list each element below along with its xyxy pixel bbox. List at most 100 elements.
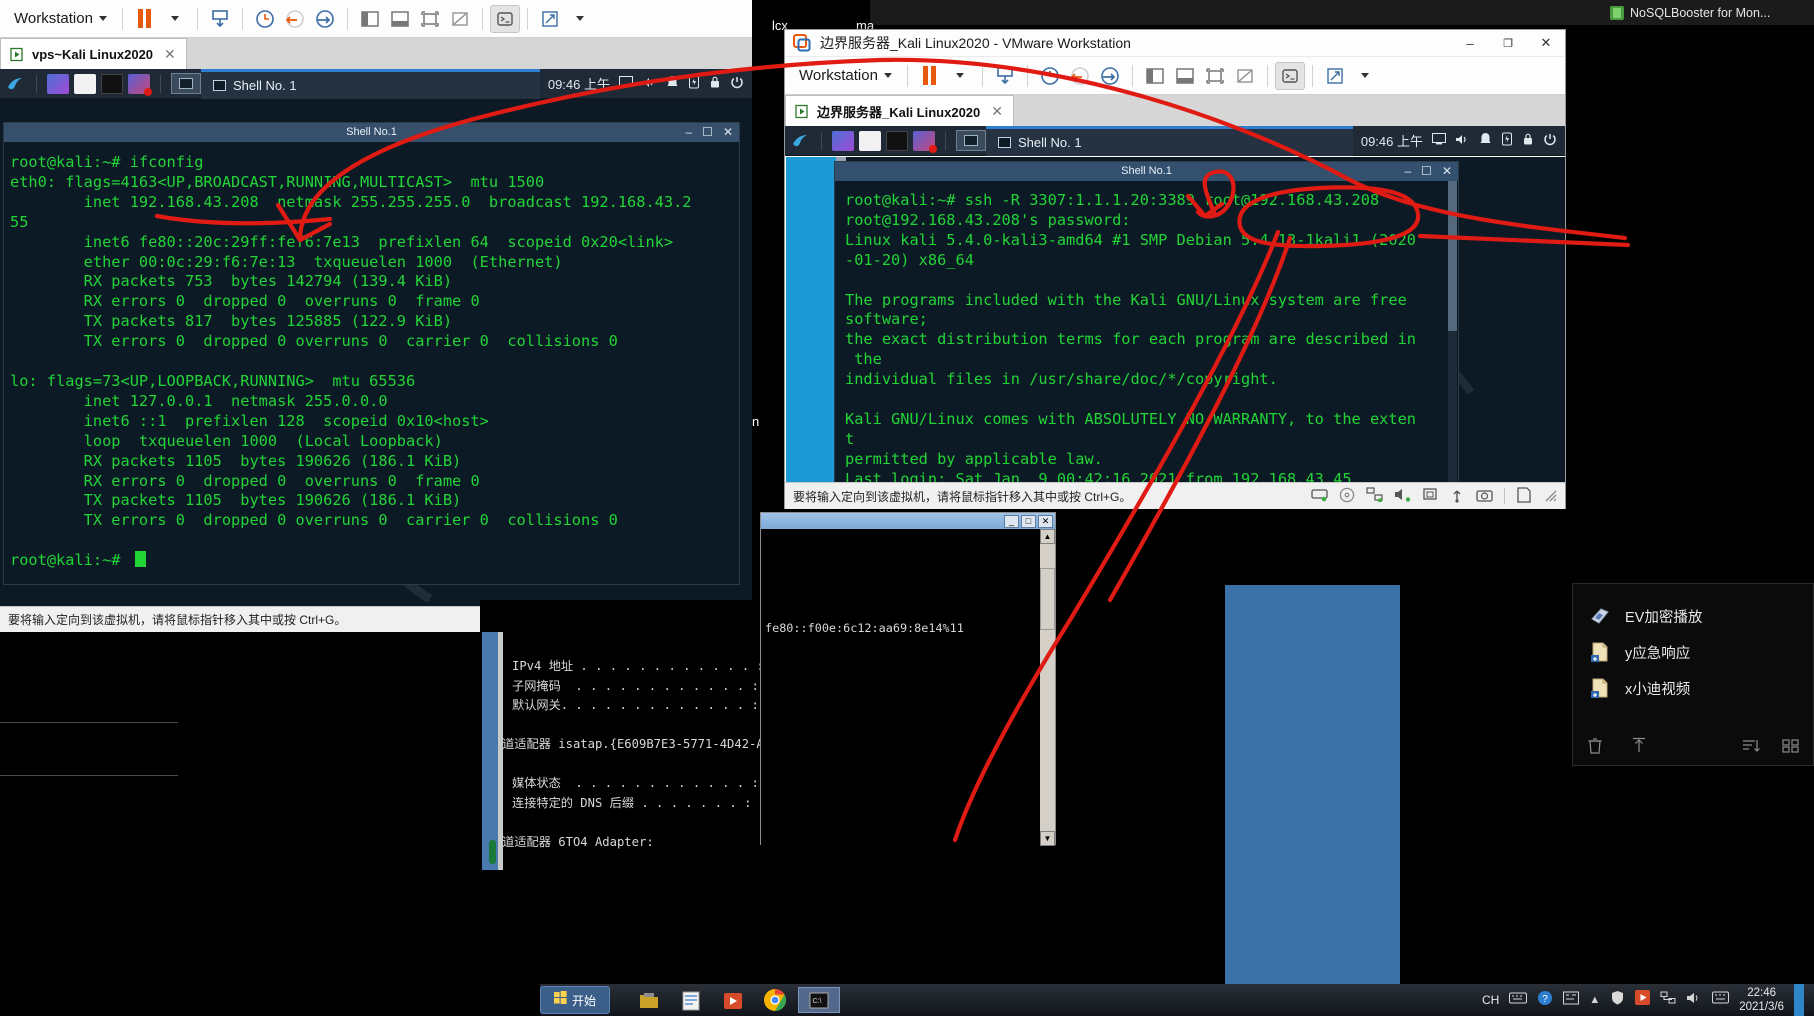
terminal-titlebar[interactable]: Shell No.1 – ☐ ✕: [835, 162, 1458, 181]
snapshot-manager-icon[interactable]: [310, 5, 340, 33]
snapshot-icon[interactable]: [250, 5, 280, 33]
vmware-window-1[interactable]: Workstation vps~Kali Linux2020 ✕ Shell N…: [0, 0, 752, 632]
pause-icon[interactable]: [915, 62, 945, 90]
cmd-scrollbar[interactable]: ▲ ▼: [1040, 529, 1055, 846]
power-icon[interactable]: [730, 75, 744, 92]
close-icon[interactable]: ✕: [1442, 162, 1452, 181]
app-recorder-icon[interactable]: [913, 130, 937, 153]
taskbar-item-editor[interactable]: [672, 988, 710, 1013]
network-adapter-icon[interactable]: [1366, 487, 1383, 505]
app-files-icon[interactable]: [74, 73, 96, 94]
scroll-down-arrow-icon[interactable]: ▼: [1040, 831, 1055, 846]
expand-icon[interactable]: [535, 5, 565, 33]
battery-icon[interactable]: [1501, 132, 1513, 149]
sort-icon[interactable]: [1742, 738, 1760, 759]
lock-icon[interactable]: [1522, 132, 1534, 149]
hard-disk-icon[interactable]: [1311, 487, 1328, 505]
scrollbar-thumb[interactable]: [1040, 568, 1055, 630]
clock[interactable]: 22:46 2021/3/6: [1739, 986, 1784, 1014]
display-icon[interactable]: [1432, 133, 1446, 148]
tray-icon-keyboard2[interactable]: [1712, 991, 1730, 1009]
help-icon[interactable]: ?: [1537, 990, 1553, 1011]
expand-icon[interactable]: [1320, 62, 1350, 90]
minimize-button[interactable]: _: [1004, 514, 1019, 528]
scrollbar-thumb[interactable]: [1448, 181, 1457, 331]
app-terminal-icon[interactable]: [101, 73, 123, 94]
tray-icon-network[interactable]: [1660, 991, 1676, 1010]
window-button-shell[interactable]: [956, 130, 986, 151]
close-button[interactable]: ✕: [1527, 35, 1565, 51]
list-item[interactable]: x小迪视频: [1589, 670, 1813, 706]
unity-mode-icon[interactable]: [1230, 62, 1260, 90]
tray-icon-media[interactable]: [1635, 990, 1651, 1010]
tab-vps-kali-linux2020[interactable]: vps~Kali Linux2020 ✕: [0, 38, 187, 69]
console-view-icon[interactable]: [489, 4, 520, 33]
snapshot-manager-icon[interactable]: [1095, 62, 1125, 90]
maximize-button[interactable]: □: [1021, 514, 1036, 528]
show-left-pane-icon[interactable]: [1140, 62, 1170, 90]
battery-icon[interactable]: [688, 75, 700, 92]
start-button[interactable]: 开始: [540, 986, 610, 1014]
maximize-button[interactable]: ❐: [1489, 37, 1527, 50]
sound-card-icon[interactable]: [1394, 487, 1411, 505]
taskbar-item-chrome[interactable]: [756, 987, 794, 1013]
pause-dropdown-icon[interactable]: [945, 62, 975, 90]
ime-keyboard-icon[interactable]: [1509, 991, 1528, 1010]
close-icon[interactable]: ✕: [164, 46, 176, 63]
taskbar-window-shell-no1[interactable]: Shell No. 1: [986, 125, 1353, 156]
scroll-up-arrow-icon[interactable]: ▲: [1040, 529, 1055, 544]
workstation-menu-button[interactable]: Workstation: [791, 63, 900, 88]
volume-icon[interactable]: [642, 76, 657, 92]
minimize-button[interactable]: –: [1451, 36, 1489, 51]
vmware-window-2[interactable]: 边界服务器_Kali Linux2020 - VMware Workstatio…: [784, 29, 1566, 509]
volume-icon[interactable]: [1455, 133, 1470, 149]
taskbar-item-ev[interactable]: [714, 988, 752, 1013]
revert-snapshot-icon[interactable]: [280, 5, 310, 33]
expand-dropdown-icon[interactable]: [565, 5, 595, 33]
show-desktop-button[interactable]: [1794, 984, 1804, 1016]
window2-titlebar[interactable]: 边界服务器_Kali Linux2020 - VMware Workstatio…: [785, 30, 1565, 57]
notification-icon[interactable]: [1479, 132, 1492, 149]
power-icon[interactable]: [1543, 132, 1557, 149]
cmd-titlebar[interactable]: _ □ ✕: [761, 513, 1055, 529]
fullscreen-icon[interactable]: [1200, 62, 1230, 90]
camera-icon[interactable]: [1476, 488, 1493, 505]
grid-icon[interactable]: [1782, 738, 1799, 759]
pause-dropdown-icon[interactable]: [160, 5, 190, 33]
app-terminal-icon[interactable]: [886, 130, 908, 151]
app-recorder-icon[interactable]: [128, 73, 152, 96]
snapshot-icon[interactable]: [1035, 62, 1065, 90]
kali-menu-icon[interactable]: [789, 131, 811, 151]
list-item[interactable]: y应急响应: [1589, 634, 1813, 670]
show-bottom-pane-icon[interactable]: [385, 5, 415, 33]
unity-mode-icon[interactable]: [445, 5, 475, 33]
pause-icon[interactable]: [130, 5, 160, 33]
terminal-window-controls[interactable]: – ☐ ✕: [1404, 162, 1452, 181]
usb-icon[interactable]: [1449, 487, 1465, 506]
kali-menu-icon[interactable]: [4, 73, 26, 94]
taskbar-window-shell-no1[interactable]: Shell No. 1: [201, 68, 540, 99]
app-files-icon[interactable]: [859, 130, 881, 151]
taskbar-item-cmd[interactable]: C:\: [798, 987, 840, 1013]
show-hidden-icons-button[interactable]: ▲: [1589, 994, 1600, 1006]
minimize-icon[interactable]: –: [685, 123, 692, 142]
file-panel[interactable]: EV加密播放 y应急响应 x小迪视频: [1572, 583, 1814, 766]
show-bottom-pane-icon[interactable]: [1170, 62, 1200, 90]
terminal-window-2[interactable]: Shell No.1 – ☐ ✕ root@kali:~# ssh -R 330…: [834, 161, 1459, 484]
notes-icon[interactable]: [1516, 486, 1532, 506]
display-icon[interactable]: [619, 76, 633, 91]
send-ctrl-alt-del-icon[interactable]: [205, 5, 235, 33]
printer-icon[interactable]: [1422, 487, 1438, 505]
close-icon[interactable]: ✕: [723, 123, 733, 142]
window-button-shell[interactable]: [171, 73, 201, 94]
send-ctrl-alt-del-icon[interactable]: [990, 62, 1020, 90]
minimize-icon[interactable]: –: [1404, 162, 1411, 181]
revert-snapshot-icon[interactable]: [1065, 62, 1095, 90]
app-firefox-icon[interactable]: [47, 73, 69, 94]
taskbar-item-explorer[interactable]: [630, 988, 668, 1013]
close-button[interactable]: ✕: [1038, 514, 1053, 528]
cmd-left-scroll-strip[interactable]: [482, 632, 498, 870]
tray-icon-volume[interactable]: [1686, 991, 1702, 1010]
console-view-icon[interactable]: [1274, 61, 1305, 90]
maximize-icon[interactable]: ☐: [702, 123, 713, 142]
